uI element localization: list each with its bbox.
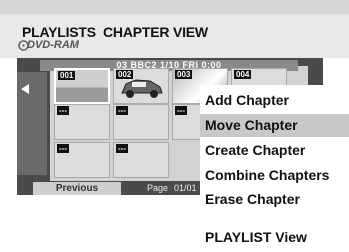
chapter-number: 003 xyxy=(175,70,193,79)
chapter-thumbnail[interactable]: 002 xyxy=(113,68,169,104)
chapter-number: 004 xyxy=(234,70,252,79)
chapter-number: 001 xyxy=(58,71,76,80)
chapter-number: --- xyxy=(57,106,69,115)
chapter-number: 002 xyxy=(116,70,134,79)
menu-item-combine-chapters[interactable]: Combine Chapters xyxy=(200,164,349,187)
previous-button[interactable]: Previous xyxy=(33,182,121,195)
chapter-thumbnail[interactable]: --- xyxy=(54,142,110,178)
page-number: 01/01 xyxy=(174,183,197,193)
top-strip xyxy=(0,0,349,14)
chapter-number: --- xyxy=(116,144,128,153)
page-label: Page xyxy=(147,183,169,193)
chapter-thumbnail[interactable]: 001 xyxy=(54,68,110,104)
chapter-number: --- xyxy=(57,144,69,153)
menu-item-playlist-view[interactable]: PLAYLIST View xyxy=(200,226,349,249)
chapter-thumbnail[interactable]: --- xyxy=(113,142,169,178)
menu-item-move-chapter[interactable]: Move Chapter xyxy=(200,114,349,137)
menu-item-erase-chapter[interactable]: Erase Chapter xyxy=(200,188,349,211)
chapter-thumbnail[interactable]: --- xyxy=(54,104,110,140)
chapter-number: --- xyxy=(116,106,128,115)
left-arrow-icon[interactable] xyxy=(21,84,30,94)
page-title: PLAYLISTS xyxy=(22,24,96,40)
view-title: CHAPTER VIEW xyxy=(103,24,208,40)
menu-item-create-chapter[interactable]: Create Chapter xyxy=(200,139,349,162)
chapter-thumbnail[interactable]: --- xyxy=(113,104,169,140)
chapter-number: --- xyxy=(175,106,187,115)
menu-item-add-chapter[interactable]: Add Chapter xyxy=(200,89,349,112)
media-label: DVD-RAM xyxy=(27,39,79,51)
